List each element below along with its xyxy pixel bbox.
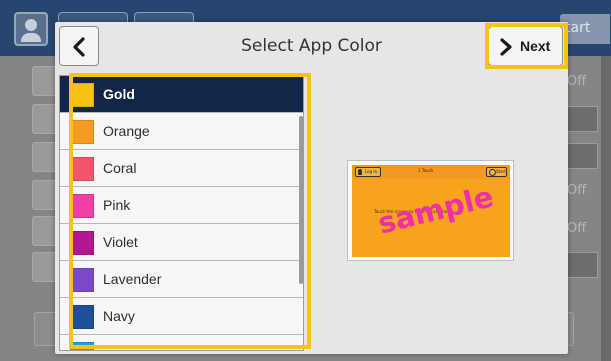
app-color-preview: Log In 1 Touch Start Touch the screen to… [347, 160, 514, 261]
next-button-highlight [485, 23, 568, 69]
background-off-label: Off [567, 221, 587, 236]
background-off-label: Off [567, 74, 587, 89]
background-edge [601, 56, 611, 361]
preview-title: 1 Touch [418, 168, 434, 173]
color-list-highlight [69, 73, 311, 349]
user-icon [14, 12, 48, 46]
preview-start-button: Start [486, 167, 507, 177]
select-app-color-dialog: Select App Color Next Gold Orange Coral … [55, 22, 568, 354]
chevron-left-icon [73, 37, 85, 57]
preview-login-button: Log In [355, 167, 381, 177]
back-button[interactable] [59, 26, 99, 66]
background-off-label: Off [567, 183, 587, 198]
preview-screen: Log In 1 Touch Start Touch the screen to… [352, 165, 510, 257]
